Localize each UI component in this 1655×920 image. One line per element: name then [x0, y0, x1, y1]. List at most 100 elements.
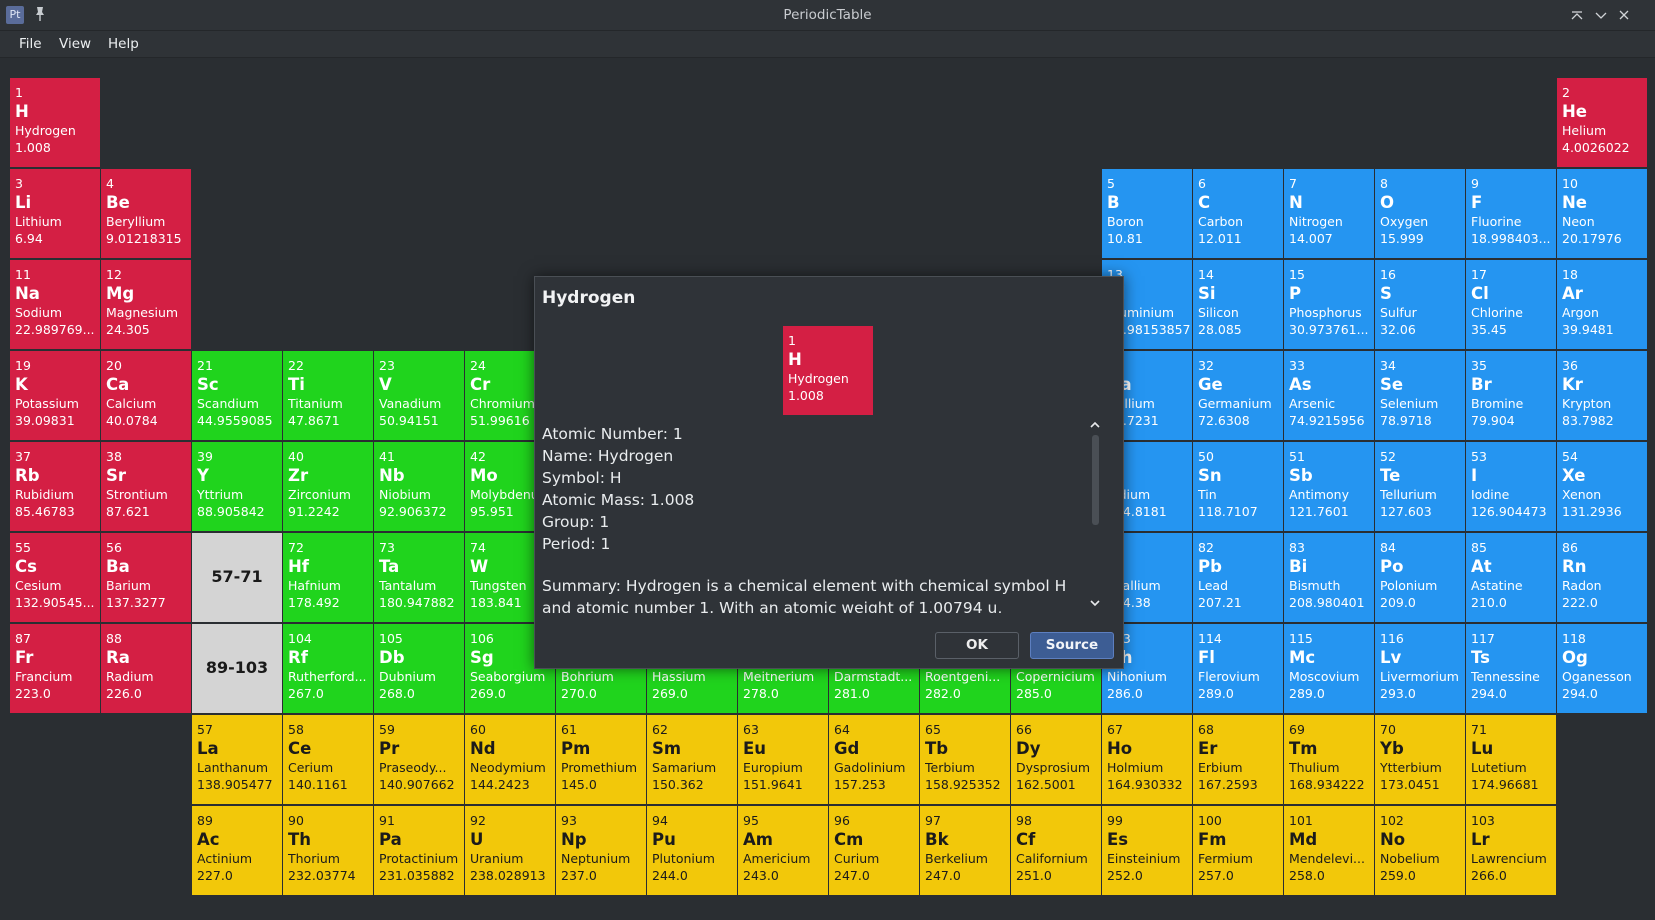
element-tile-og[interactable]: 118 Og Oganesson 294.0 [1557, 624, 1647, 713]
element-tile-nd[interactable]: 60 Nd Neodymium 144.2423 [465, 715, 555, 804]
element-tile-rn[interactable]: 86 Rn Radon 222.0 [1557, 533, 1647, 622]
element-tile-ra[interactable]: 88 Ra Radium 226.0 [101, 624, 191, 713]
element-tile-md[interactable]: 101 Md Mendelevi... 258.0 [1284, 806, 1374, 895]
element-tile-xe[interactable]: 54 Xe Xenon 131.2936 [1557, 442, 1647, 531]
element-tile-ta[interactable]: 73 Ta Tantalum 180.947882 [374, 533, 464, 622]
menu-view[interactable]: View [59, 36, 91, 52]
element-tile-es[interactable]: 99 Es Einsteinium 252.0 [1102, 806, 1192, 895]
element-tile-yb[interactable]: 70 Yb Ytterbium 173.0451 [1375, 715, 1465, 804]
element-tile-v[interactable]: 23 V Vanadium 50.94151 [374, 351, 464, 440]
element-tile-lu[interactable]: 71 Lu Lutetium 174.96681 [1466, 715, 1556, 804]
element-tile-fr[interactable]: 87 Fr Francium 223.0 [10, 624, 100, 713]
element-tile-n[interactable]: 7 N Nitrogen 14.007 [1284, 169, 1374, 258]
element-tile-tb[interactable]: 65 Tb Terbium 158.925352 [920, 715, 1010, 804]
element-tile-la[interactable]: 57 La Lanthanum 138.905477 [192, 715, 282, 804]
element-tile-ho[interactable]: 67 Ho Holmium 164.930332 [1102, 715, 1192, 804]
element-tile-sb[interactable]: 51 Sb Antimony 121.7601 [1284, 442, 1374, 531]
element-tile-te[interactable]: 52 Te Tellurium 127.603 [1375, 442, 1465, 531]
element-tile-zr[interactable]: 40 Zr Zirconium 91.2242 [283, 442, 373, 531]
element-tile-ca[interactable]: 20 Ca Calcium 40.0784 [101, 351, 191, 440]
element-tile-p[interactable]: 15 P Phosphorus 30.973761... [1284, 260, 1374, 349]
element-tile-si[interactable]: 14 Si Silicon 28.085 [1193, 260, 1283, 349]
element-tile-f[interactable]: 9 F Fluorine 18.998403... [1466, 169, 1556, 258]
element-tile-bk[interactable]: 97 Bk Berkelium 247.0 [920, 806, 1010, 895]
scroll-up-icon[interactable] [1089, 419, 1101, 431]
element-tile-s[interactable]: 16 S Sulfur 32.06 [1375, 260, 1465, 349]
element-tile-lv[interactable]: 116 Lv Livermorium 293.0 [1375, 624, 1465, 713]
element-tile-li[interactable]: 3 Li Lithium 6.94 [10, 169, 100, 258]
element-tile-sr[interactable]: 38 Sr Strontium 87.621 [101, 442, 191, 531]
element-tile-cl[interactable]: 17 Cl Chlorine 35.45 [1466, 260, 1556, 349]
element-tile-mc[interactable]: 115 Mc Moscovium 289.0 [1284, 624, 1374, 713]
element-tile-bi[interactable]: 83 Bi Bismuth 208.980401 [1284, 533, 1374, 622]
element-tile-mg[interactable]: 12 Mg Magnesium 24.305 [101, 260, 191, 349]
element-tile-hf[interactable]: 72 Hf Hafnium 178.492 [283, 533, 373, 622]
element-tile-b[interactable]: 5 B Boron 10.81 [1102, 169, 1192, 258]
element-tile-na[interactable]: 11 Na Sodium 22.989769... [10, 260, 100, 349]
source-button[interactable]: Source [1030, 632, 1114, 659]
scroll-down-icon[interactable] [1089, 597, 1101, 609]
ok-button[interactable]: OK [935, 632, 1019, 659]
element-tile-pa[interactable]: 91 Pa Protactinium 231.035882 [374, 806, 464, 895]
element-tile-c[interactable]: 6 C Carbon 12.011 [1193, 169, 1283, 258]
element-tile-gd[interactable]: 64 Gd Gadolinium 157.253 [829, 715, 919, 804]
element-tile-sc[interactable]: 21 Sc Scandium 44.9559085 [192, 351, 282, 440]
element-tile-pb[interactable]: 82 Pb Lead 207.21 [1193, 533, 1283, 622]
element-tile-k[interactable]: 19 K Potassium 39.09831 [10, 351, 100, 440]
element-tile-ti[interactable]: 22 Ti Titanium 47.8671 [283, 351, 373, 440]
element-tile-se[interactable]: 34 Se Selenium 78.9718 [1375, 351, 1465, 440]
element-tile-nb[interactable]: 41 Nb Niobium 92.906372 [374, 442, 464, 531]
element-tile-pu[interactable]: 94 Pu Plutonium 244.0 [647, 806, 737, 895]
element-tile-ge[interactable]: 32 Ge Germanium 72.6308 [1193, 351, 1283, 440]
maximize-icon[interactable] [1568, 6, 1586, 24]
element-tile-ne[interactable]: 10 Ne Neon 20.17976 [1557, 169, 1647, 258]
element-tile-ce[interactable]: 58 Ce Cerium 140.1161 [283, 715, 373, 804]
series-placeholder-89-103[interactable]: 89-103 [192, 624, 282, 713]
element-tile-th[interactable]: 90 Th Thorium 232.03774 [283, 806, 373, 895]
element-tile-dy[interactable]: 66 Dy Dysprosium 162.5001 [1011, 715, 1101, 804]
element-tile-pm[interactable]: 61 Pm Promethium 145.0 [556, 715, 646, 804]
element-tile-ar[interactable]: 18 Ar Argon 39.9481 [1557, 260, 1647, 349]
element-tile-i[interactable]: 53 I Iodine 126.904473 [1466, 442, 1556, 531]
element-tile-rb[interactable]: 37 Rb Rubidium 85.46783 [10, 442, 100, 531]
element-tile-eu[interactable]: 63 Eu Europium 151.9641 [738, 715, 828, 804]
element-tile-er[interactable]: 68 Er Erbium 167.2593 [1193, 715, 1283, 804]
element-tile-po[interactable]: 84 Po Polonium 209.0 [1375, 533, 1465, 622]
menu-help[interactable]: Help [108, 36, 139, 52]
element-tile-fm[interactable]: 100 Fm Fermium 257.0 [1193, 806, 1283, 895]
element-tile-no[interactable]: 102 No Nobelium 259.0 [1375, 806, 1465, 895]
element-tile-pr[interactable]: 59 Pr Praseody... 140.907662 [374, 715, 464, 804]
element-tile-u[interactable]: 92 U Uranium 238.028913 [465, 806, 555, 895]
element-tile-h[interactable]: 1 H Hydrogen 1.008 [10, 78, 100, 167]
element-tile-at[interactable]: 85 At Astatine 210.0 [1466, 533, 1556, 622]
element-tile-sm[interactable]: 62 Sm Samarium 150.362 [647, 715, 737, 804]
element-tile-db[interactable]: 105 Db Dubnium 268.0 [374, 624, 464, 713]
element-tile-kr[interactable]: 36 Kr Krypton 83.7982 [1557, 351, 1647, 440]
element-tile-ts[interactable]: 117 Ts Tennessine 294.0 [1466, 624, 1556, 713]
element-tile-cf[interactable]: 98 Cf Californium 251.0 [1011, 806, 1101, 895]
element-tile-o[interactable]: 8 O Oxygen 15.999 [1375, 169, 1465, 258]
minimize-icon[interactable] [1592, 6, 1610, 24]
scroll-thumb[interactable] [1092, 435, 1099, 525]
element-tile-fl[interactable]: 114 Fl Flerovium 289.0 [1193, 624, 1283, 713]
element-tile-y[interactable]: 39 Y Yttrium 88.905842 [192, 442, 282, 531]
element-tile-cs[interactable]: 55 Cs Cesium 132.90545... [10, 533, 100, 622]
element-tile-br[interactable]: 35 Br Bromine 79.904 [1466, 351, 1556, 440]
element-tile-he[interactable]: 2 He Helium 4.0026022 [1557, 78, 1647, 167]
element-tile-ba[interactable]: 56 Ba Barium 137.3277 [101, 533, 191, 622]
dialog-details[interactable]: Atomic Number: 1 Name: Hydrogen Symbol: … [542, 423, 1072, 613]
dialog-scrollbar[interactable] [1089, 419, 1101, 609]
element-tile-tm[interactable]: 69 Tm Thulium 168.934222 [1284, 715, 1374, 804]
element-tile-am[interactable]: 95 Am Americium 243.0 [738, 806, 828, 895]
element-tile-ac[interactable]: 89 Ac Actinium 227.0 [192, 806, 282, 895]
element-tile-rf[interactable]: 104 Rf Rutherford... 267.0 [283, 624, 373, 713]
series-placeholder-57-71[interactable]: 57-71 [192, 533, 282, 622]
element-tile-np[interactable]: 93 Np Neptunium 237.0 [556, 806, 646, 895]
element-tile-sn[interactable]: 50 Sn Tin 118.7107 [1193, 442, 1283, 531]
menu-file[interactable]: File [19, 36, 42, 52]
element-tile-be[interactable]: 4 Be Beryllium 9.01218315 [101, 169, 191, 258]
close-icon[interactable] [1615, 6, 1633, 24]
element-tile-lr[interactable]: 103 Lr Lawrencium 266.0 [1466, 806, 1556, 895]
element-tile-cm[interactable]: 96 Cm Curium 247.0 [829, 806, 919, 895]
element-tile-as[interactable]: 33 As Arsenic 74.9215956 [1284, 351, 1374, 440]
